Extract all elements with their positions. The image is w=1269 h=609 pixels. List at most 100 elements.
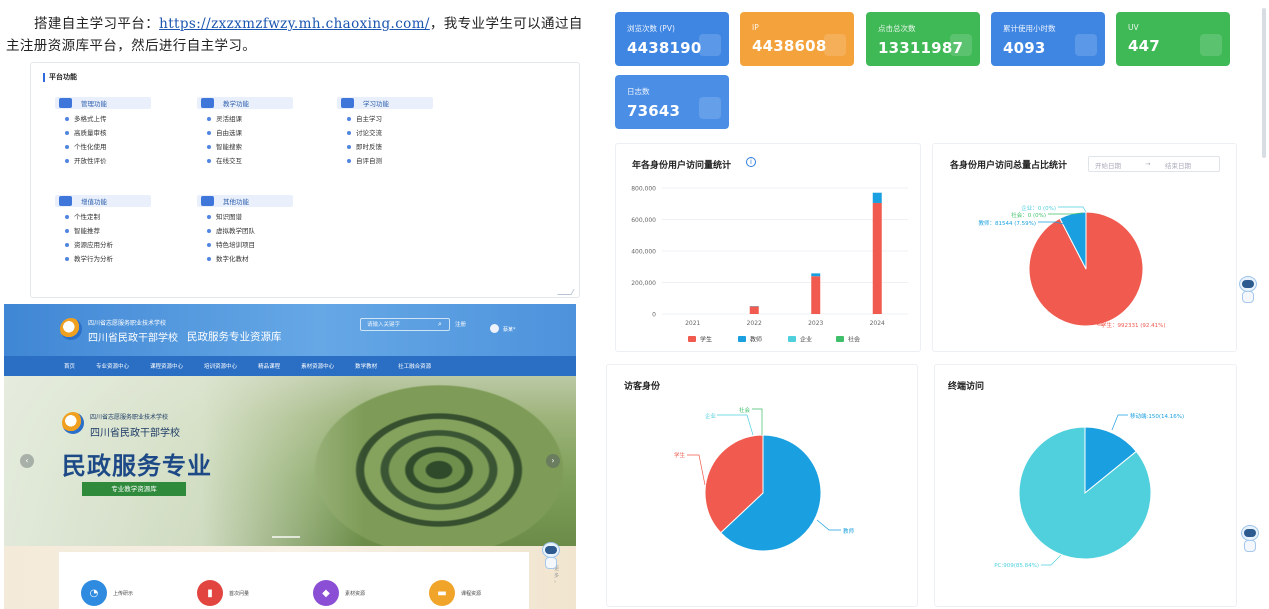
label-leader	[752, 408, 763, 435]
quick-link[interactable]: ▬ 课程资源	[429, 580, 481, 606]
bullet-icon	[347, 117, 351, 121]
carousel-prev-icon[interactable]: ‹	[20, 454, 34, 468]
carousel-indicator[interactable]	[272, 536, 300, 538]
quick-link[interactable]: ▮ 首次问量	[197, 580, 249, 606]
stat-card-icon	[699, 34, 721, 56]
stat-card-icon	[1200, 34, 1222, 56]
quick-links-strip: 更多 › ◔ 上传研示 ▮ 首次问量 ◆ 素材资源 ▬ 课程资源	[4, 546, 576, 609]
site-header: 四川省志愿服务职业技术学校 四川省民政干部学校 民政服务专业资源库 请输入关键字…	[4, 304, 576, 356]
bar-学生[interactable]	[872, 202, 882, 314]
scrollbar[interactable]	[1262, 8, 1266, 158]
bar-chart: 0 200,000 400,000 600,000 800,000 2021 2022 202…	[631, 186, 908, 344]
bullet-icon	[65, 145, 69, 149]
site-nav-item[interactable]: 培训资源中心	[204, 362, 237, 370]
feature-item-label: 灵活组课	[216, 115, 242, 123]
visitor-pie-chart: 教师 学生 企业 社会	[674, 406, 855, 552]
site-nav-item[interactable]: 课程资源中心	[150, 362, 183, 370]
banner-button[interactable]: 专业教学资源库	[82, 482, 186, 496]
date-range-picker[interactable]: 开始日期 → 结束日期	[1088, 156, 1220, 172]
y-tick-label: 200,000	[631, 280, 656, 287]
share-pie-title: 各身份用户访问总量占比统计	[950, 161, 1068, 171]
feature-item: 智能搜索	[207, 143, 337, 151]
quick-link[interactable]: ◆ 素材资源	[313, 580, 365, 606]
feature-group-icon	[59, 98, 72, 108]
bar-chart-panel: 年各身份用户访问量统计 i 0 200,000 400,000 600,000 800,…	[615, 143, 921, 352]
pie-label: PC:909(85.84%)	[994, 563, 1039, 569]
x-tick-label: 2021	[685, 320, 700, 327]
site-nav-item[interactable]: 首页	[64, 362, 75, 370]
stat-card-icon	[699, 97, 721, 119]
feature-item-label: 自由选课	[216, 129, 242, 137]
bullet-icon	[207, 159, 211, 163]
quick-link-label: 首次问量	[229, 590, 250, 597]
search-icon[interactable]: ⌕	[438, 320, 442, 329]
legend-label[interactable]: 企业	[800, 336, 812, 344]
pie-label: 学生：992331 (92.41%)	[1101, 321, 1166, 329]
user-avatar[interactable]	[490, 324, 499, 333]
assistant-robot-icon[interactable]	[1237, 276, 1259, 304]
end-date-field[interactable]: 结束日期	[1165, 160, 1191, 170]
site-nav-item[interactable]: 专业资源中心	[96, 362, 129, 370]
feature-item: 多格式上传	[65, 115, 195, 123]
banner-school-cn: 四川省民政干部学校	[90, 428, 180, 439]
stat-label: 浏览次数 (PV)	[627, 24, 675, 33]
intro-paragraph: 搭建自主学习平台：https://zxzxmzfwzy.mh.chaoxing.…	[6, 13, 592, 57]
feature-item-label: 个性定制	[74, 213, 100, 221]
feature-item: 灵活组课	[207, 115, 337, 123]
feature-item: 个性定制	[65, 213, 195, 221]
bullet-icon	[65, 243, 69, 247]
info-icon[interactable]: i	[746, 157, 756, 167]
carousel-next-icon[interactable]: ›	[546, 454, 560, 468]
feature-item: 自评自测	[347, 157, 477, 165]
label-leader	[687, 454, 706, 486]
start-date-field[interactable]: 开始日期	[1095, 160, 1121, 170]
pie-label: 社会：0 (0%)	[1011, 211, 1046, 219]
feature-item-label: 自评自测	[356, 157, 382, 165]
pie-label: 教师：81544 (7.59%)	[978, 219, 1036, 227]
site-nav-item[interactable]: 素材资源中心	[301, 362, 334, 370]
feature-item: 教学行为分析	[65, 255, 195, 263]
register-link[interactable]: 注册	[455, 320, 466, 328]
feature-group-title: 管理功能	[81, 100, 107, 108]
platform-link[interactable]: https://zxzxmzfwzy.mh.chaoxing.com/	[159, 16, 430, 32]
legend-swatch[interactable]	[688, 336, 696, 342]
share-pie-chart: 学生：992331 (92.41%) 教师：81544 (7.59%)社会：0 (…	[978, 204, 1166, 329]
bullet-icon	[65, 131, 69, 135]
feature-item: 自由选课	[207, 129, 337, 137]
feature-item-label: 在线交互	[216, 157, 242, 165]
assistant-robot-icon[interactable]	[1239, 525, 1261, 553]
bar-学生[interactable]	[811, 276, 821, 314]
legend-label[interactable]: 社会	[848, 336, 860, 344]
site-nav-item[interactable]: 精品课程	[258, 362, 280, 370]
bar-教师[interactable]	[872, 192, 882, 203]
legend-label[interactable]: 学生	[700, 336, 712, 344]
site-nav-item[interactable]: 社工融合资源	[398, 362, 431, 370]
site-search-input[interactable]: 请输入关键字	[360, 318, 450, 331]
platform-features-panel: 平台功能 管理功能 多格式上传 高质量审核 个性化使用 开放性评价 教学功能 灵活组课 自由选…	[30, 62, 580, 298]
bar-学生[interactable]	[749, 306, 759, 314]
share-pie-panel: 各身份用户访问总量占比统计 开始日期 → 结束日期 学生：992331 (92.…	[932, 143, 1237, 352]
stat-card: 点击总次数 13311987	[866, 12, 980, 66]
legend-swatch[interactable]	[738, 336, 746, 342]
quick-link[interactable]: ◔ 上传研示	[81, 580, 133, 606]
banner-school-en: 四川省志愿服务职业技术学校	[90, 414, 169, 421]
pie-label: 企业：0 (0%)	[1021, 204, 1056, 212]
feature-group-icon	[341, 98, 354, 108]
bar-教师[interactable]	[811, 273, 821, 277]
legend-label[interactable]: 教师	[750, 336, 762, 344]
site-title: 民政服务专业资源库	[187, 331, 282, 343]
stat-label: IP	[752, 23, 759, 32]
feature-item-label: 高质量审核	[74, 129, 107, 137]
stat-card: 累计使用小时数 4093	[991, 12, 1105, 66]
site-nav-item[interactable]: 数学教材	[355, 362, 377, 370]
feature-item: 高质量审核	[65, 129, 195, 137]
feature-group-title: 其他功能	[223, 198, 249, 206]
stat-label: 累计使用小时数	[1003, 24, 1056, 33]
legend-swatch[interactable]	[836, 336, 844, 342]
features-title: 平台功能	[43, 73, 77, 82]
legend-swatch[interactable]	[788, 336, 796, 342]
banner-title: 民政服务专业	[62, 452, 212, 480]
user-name[interactable]: 蔡某*	[503, 326, 516, 333]
feature-item-label: 智能推荐	[74, 227, 100, 235]
assistant-robot-icon[interactable]	[540, 542, 562, 570]
